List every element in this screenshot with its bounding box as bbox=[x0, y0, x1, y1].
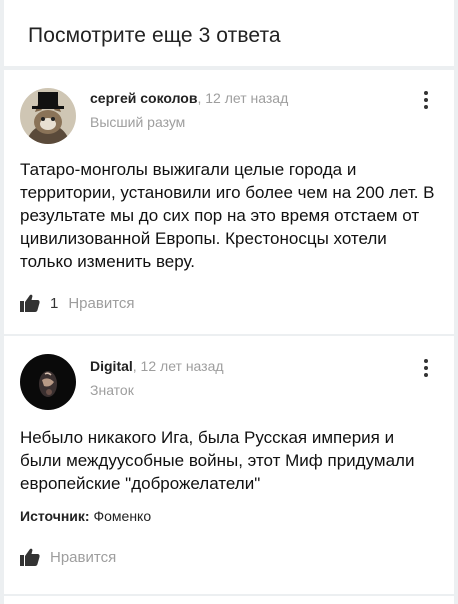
like-label: Нравится bbox=[50, 548, 117, 566]
like-button[interactable]: 1 Нравится bbox=[20, 294, 135, 312]
dark-abstract-avatar-icon[interactable] bbox=[20, 354, 76, 410]
answer-time: , 12 лет назад bbox=[197, 90, 289, 106]
like-button[interactable]: Нравится bbox=[20, 548, 116, 566]
source-label: Источник: bbox=[20, 508, 90, 524]
author-name[interactable]: Digital bbox=[90, 358, 133, 374]
answer-card: Digital, 12 лет назад Знаток Небыло ника… bbox=[4, 336, 454, 594]
source-value: Фоменко bbox=[93, 508, 152, 524]
more-options-icon[interactable] bbox=[418, 356, 434, 380]
answer-card: сергей соколов, 12 лет назад Высший разу… bbox=[4, 70, 454, 334]
answer-source: Источник: Фоменко bbox=[20, 508, 151, 524]
page-title: Посмотрите еще 3 ответа bbox=[28, 24, 281, 47]
answers-page: Посмотрите еще 3 ответа сергей соколов, … bbox=[0, 0, 458, 604]
author-rank: Знаток bbox=[90, 382, 134, 398]
thumbs-up-icon bbox=[20, 294, 40, 312]
author-line: Digital, 12 лет назад bbox=[90, 358, 224, 374]
answer-text: Татаро-монголы выжигали целые города и т… bbox=[20, 160, 435, 271]
answer-time: , 12 лет назад bbox=[132, 358, 224, 374]
author-name[interactable]: сергей соколов bbox=[90, 90, 197, 106]
more-answers-header: Посмотрите еще 3 ответа bbox=[4, 0, 454, 66]
author-line: сергей соколов, 12 лет назад bbox=[90, 90, 288, 106]
more-options-icon[interactable] bbox=[418, 88, 434, 112]
cat-in-top-hat-icon[interactable] bbox=[20, 88, 76, 144]
like-count: 1 bbox=[50, 294, 59, 312]
like-label: Нравится bbox=[68, 294, 135, 312]
author-rank: Высший разум bbox=[90, 114, 186, 130]
answer-text: Небыло никакого Ига, была Русская импери… bbox=[20, 428, 415, 493]
next-answer-card bbox=[4, 596, 454, 604]
thumbs-up-icon bbox=[20, 548, 40, 566]
